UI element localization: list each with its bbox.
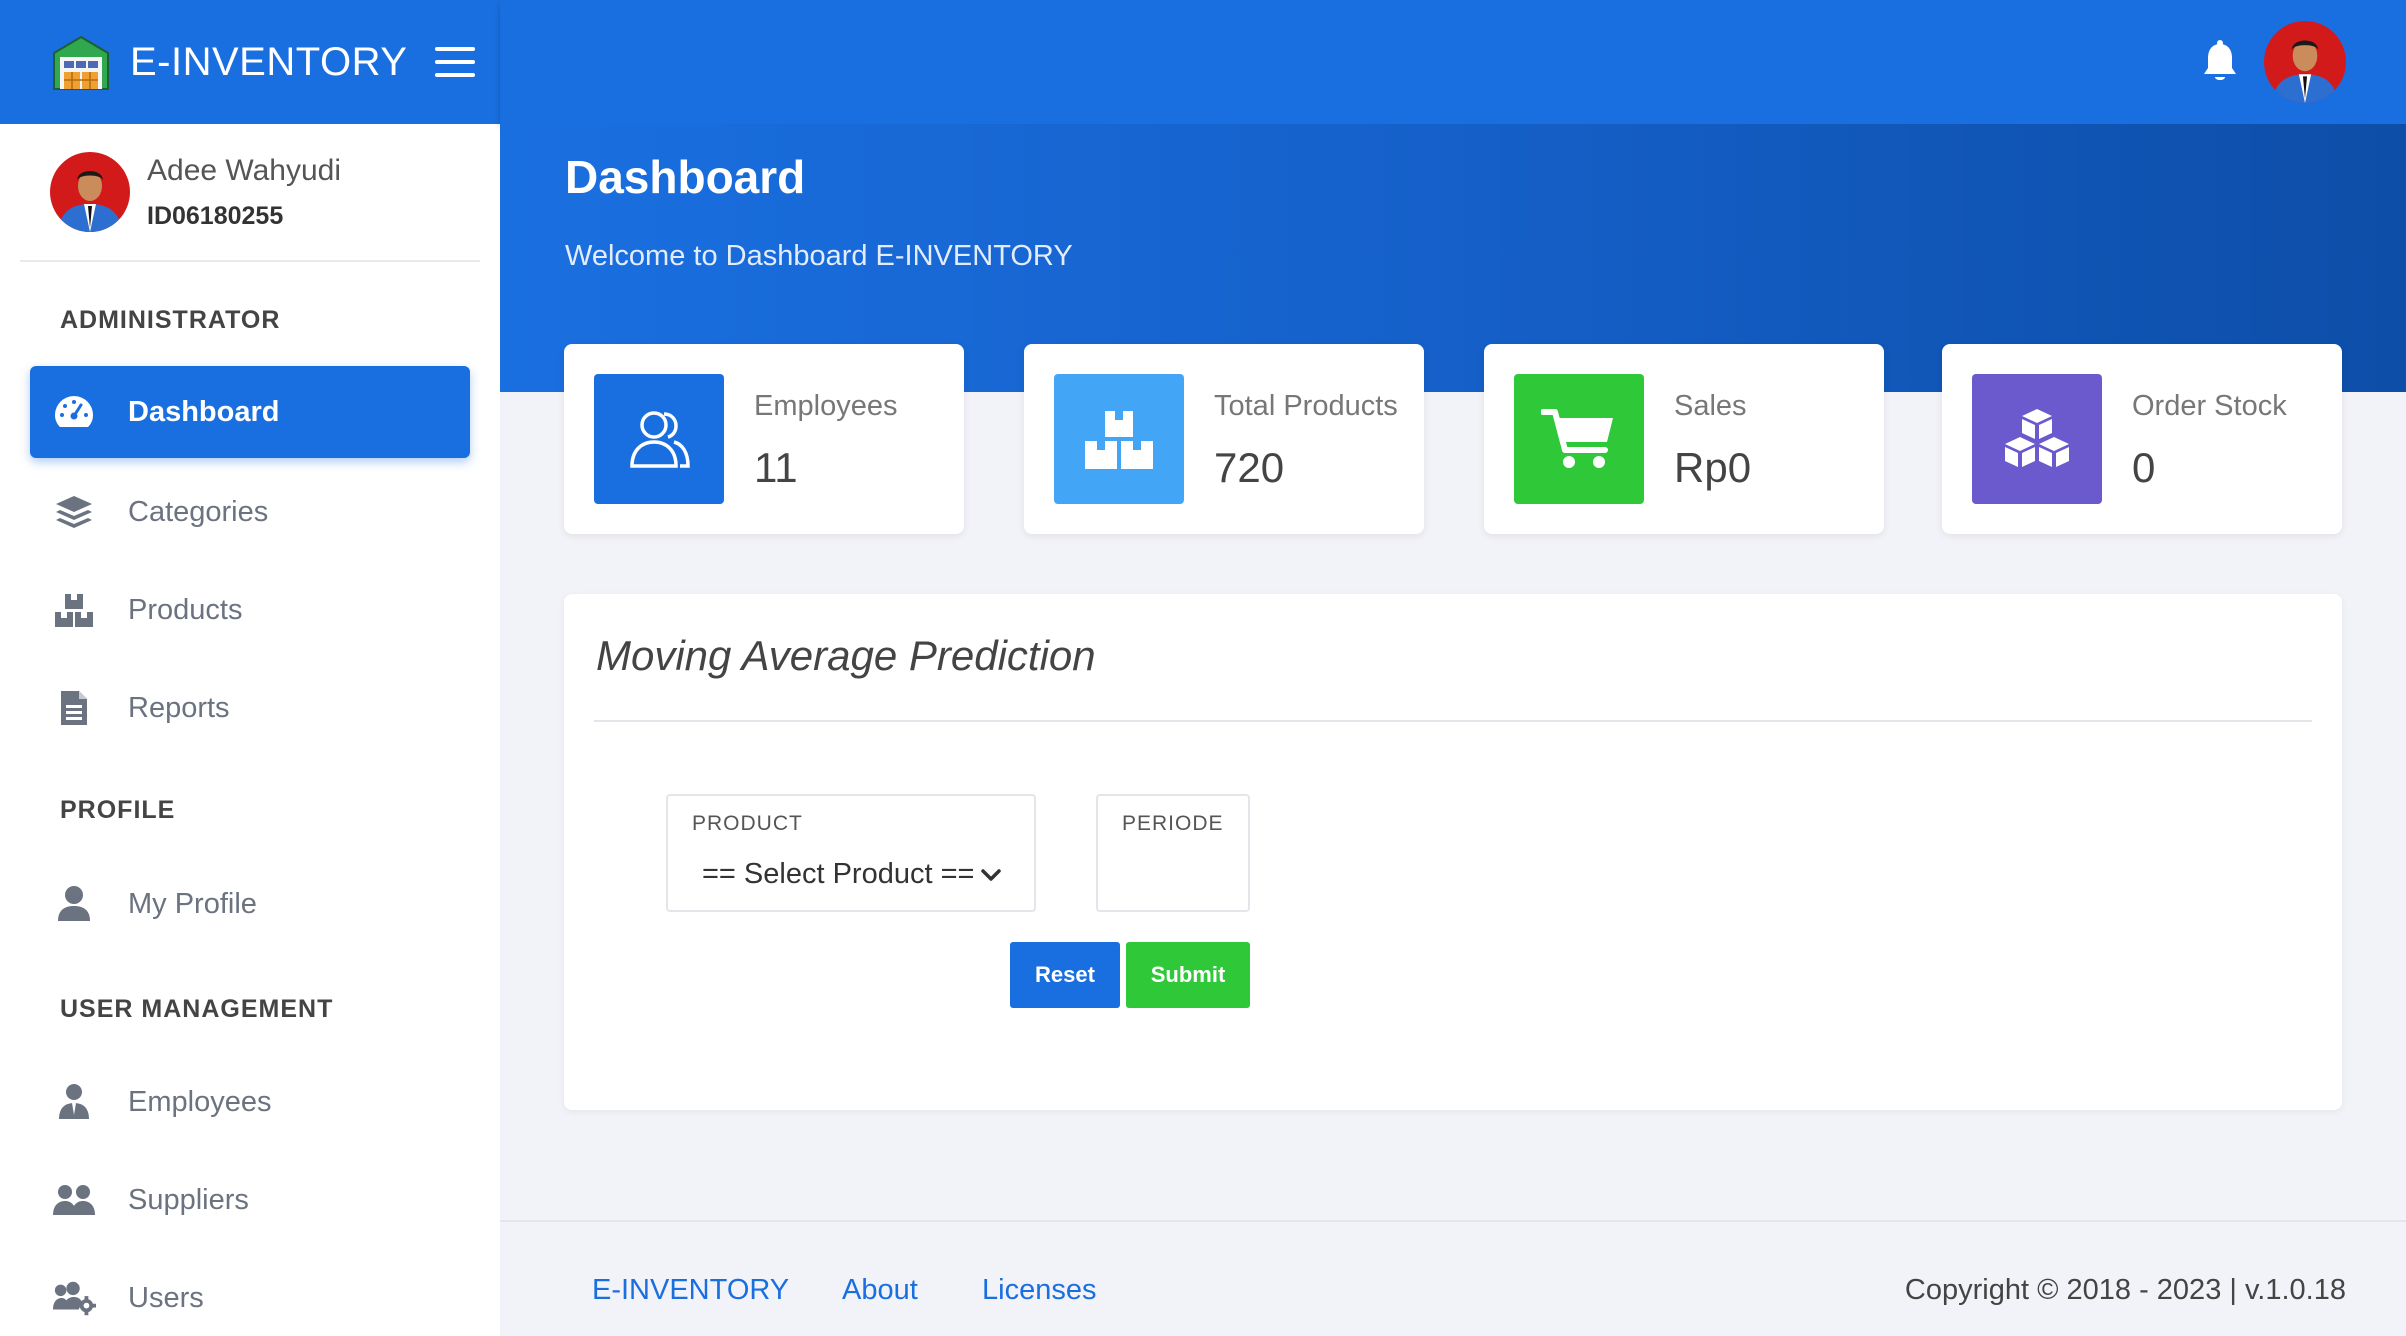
brand-bar: E-INVENTORY [0, 0, 500, 124]
stat-card-total-products[interactable]: Total Products 720 [1024, 344, 1424, 534]
product-select[interactable]: PRODUCT == Select Product == [666, 794, 1036, 912]
sidebar-item-label: Categories [128, 495, 269, 528]
menu-toggle-icon[interactable] [435, 47, 476, 77]
users-icon [52, 1178, 96, 1222]
stat-value: Rp0 [1674, 444, 1752, 491]
user-icon [52, 882, 96, 926]
footer-link-about[interactable]: About [842, 1274, 918, 1307]
reset-button[interactable]: Reset [1010, 942, 1120, 1008]
stat-card-employees[interactable]: Employees 11 [564, 344, 964, 534]
user-avatar-button[interactable] [2264, 21, 2346, 103]
sidebar-item-label: My Profile [128, 887, 257, 920]
user-panel: Adee Wahyudi ID06180255 [20, 124, 480, 262]
sidebar-item-products[interactable]: Products [30, 564, 470, 656]
sidebar-item-employees[interactable]: Employees [30, 1056, 470, 1148]
page-title: Dashboard [565, 151, 806, 203]
sidebar-item-users[interactable]: Users [30, 1252, 470, 1336]
cubes-icon [1972, 374, 2102, 504]
sidebar: E-INVENTORY Adee Wahyudi ID06180255 ADMI… [0, 0, 500, 1336]
stat-value: 11 [754, 444, 798, 491]
cart-icon [1514, 374, 1644, 504]
periode-field: PERIODE [1096, 794, 1250, 912]
boxes-icon [1054, 374, 1184, 504]
section-user-management: USER MANAGEMENT [60, 995, 334, 1023]
sidebar-item-reports[interactable]: Reports [30, 662, 470, 754]
brand-name: E-INVENTORY [130, 39, 408, 84]
sidebar-item-label: Dashboard [128, 395, 280, 428]
sidebar-item-label: Employees [128, 1085, 272, 1118]
bell-icon[interactable] [2200, 40, 2240, 84]
user-name: Adee Wahyudi [147, 153, 342, 187]
stat-label: Total Products [1214, 390, 1398, 422]
sidebar-item-dashboard[interactable]: Dashboard [30, 366, 470, 458]
document-icon [52, 686, 96, 730]
copyright-text: Copyright © 2018 - 2023 | v.1.0.18 [1904, 1274, 2346, 1306]
layers-icon [52, 490, 96, 534]
periode-input[interactable] [1102, 852, 1244, 902]
page-subtitle: Welcome to Dashboard E-INVENTORY [565, 240, 1073, 272]
stat-label: Sales [1674, 390, 1747, 422]
stat-card-order-stock[interactable]: Order Stock 0 [1942, 344, 2342, 534]
sidebar-item-label: Suppliers [128, 1183, 249, 1216]
user-tie-icon [52, 1080, 96, 1124]
users-gear-icon [52, 1276, 96, 1320]
section-administrator: ADMINISTRATOR [60, 306, 281, 334]
product-label: PRODUCT [692, 812, 803, 835]
submit-button[interactable]: Submit [1126, 942, 1250, 1008]
stat-value: 0 [2132, 444, 2156, 491]
periode-label: PERIODE [1122, 812, 1224, 835]
panel-title: Moving Average Prediction [596, 632, 1096, 679]
sidebar-item-categories[interactable]: Categories [30, 466, 470, 558]
footer-link-e-inventory[interactable]: E-INVENTORY [592, 1274, 789, 1307]
divider [594, 720, 2312, 722]
section-profile: PROFILE [60, 796, 176, 824]
users-outline-icon [594, 374, 724, 504]
warehouse-logo-icon [53, 35, 109, 90]
avatar [50, 152, 130, 232]
moving-average-panel: Moving Average Prediction PRODUCT == Sel… [564, 594, 2342, 1110]
top-navbar [500, 0, 2406, 124]
sidebar-item-my-profile[interactable]: My Profile [30, 858, 470, 950]
sidebar-item-suppliers[interactable]: Suppliers [30, 1154, 470, 1246]
sidebar-item-label: Reports [128, 691, 230, 724]
stat-label: Order Stock [2132, 390, 2287, 422]
product-select-value: == Select Product == [702, 858, 975, 890]
stat-card-sales[interactable]: Sales Rp0 [1484, 344, 1884, 534]
stat-label: Employees [754, 390, 898, 422]
footer: E-INVENTORY About Licenses Copyright © 2… [500, 1220, 2406, 1336]
sidebar-item-label: Users [128, 1281, 204, 1314]
boxes-icon [52, 588, 96, 632]
user-id: ID06180255 [147, 201, 284, 230]
sidebar-item-label: Products [128, 593, 243, 626]
dashboard-gauge-icon [52, 390, 96, 434]
chevron-down-icon [981, 869, 1001, 881]
stat-value: 720 [1214, 444, 1285, 491]
footer-link-licenses[interactable]: Licenses [982, 1274, 1096, 1307]
